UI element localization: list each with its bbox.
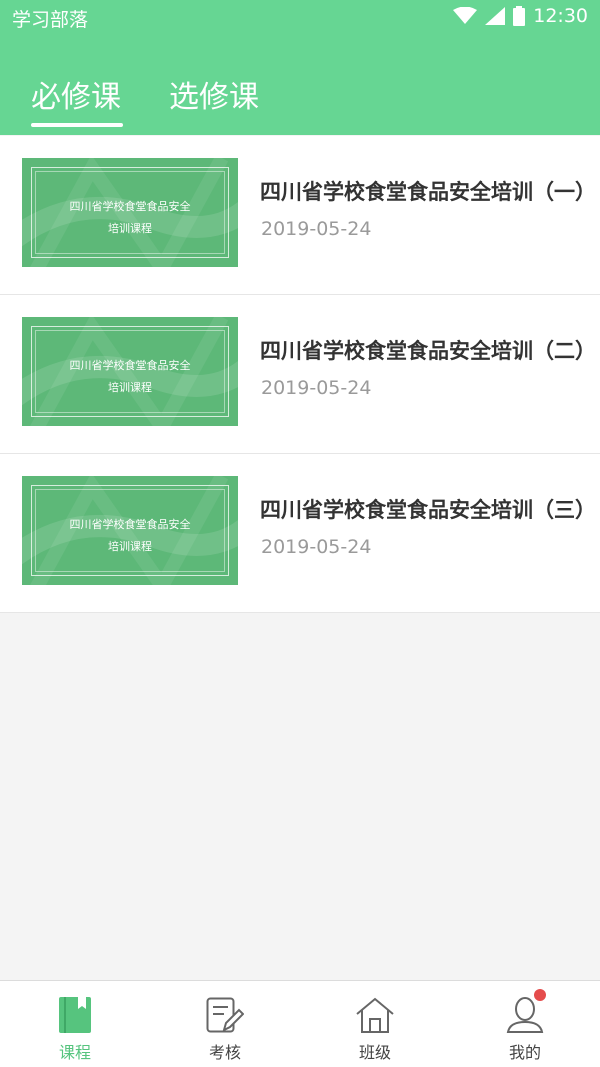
course-item[interactable]: 四川省学校食堂食品安全 培训课程 四川省学校食堂食品安全培训（三） 2019-0… [0, 454, 600, 613]
thumbnail-subtitle: 培训课程 [108, 540, 152, 553]
nav-courses[interactable]: 课程 [0, 981, 150, 1067]
nav-label: 考核 [208, 1043, 241, 1062]
status-icons: 12:30 [453, 5, 588, 27]
nav-class[interactable]: 班级 [300, 981, 450, 1067]
course-title: 四川省学校食堂食品安全培训（一） [260, 180, 596, 204]
thumbnail-title: 四川省学校食堂食品安全 [69, 518, 191, 531]
thumbnail-subtitle: 培训课程 [108, 381, 152, 394]
tab-required-courses[interactable]: 必修课 [31, 72, 121, 116]
nav-label: 我的 [508, 1043, 541, 1062]
wifi-icon [453, 7, 478, 25]
course-date: 2019-05-24 [261, 377, 372, 399]
tab-elective-courses[interactable]: 选修课 [169, 72, 259, 116]
app-header: 学习部落 12:30 必修课 选修课 [0, 0, 600, 135]
nav-label: 课程 [58, 1043, 91, 1062]
nav-label: 班级 [358, 1043, 391, 1062]
thumbnail-title: 四川省学校食堂食品安全 [69, 359, 191, 372]
signal-icon [485, 7, 506, 25]
course-title: 四川省学校食堂食品安全培训（三） [260, 498, 596, 522]
nav-profile[interactable]: 我的 [450, 981, 600, 1067]
house-icon [355, 997, 395, 1037]
nav-exams[interactable]: 考核 [150, 981, 300, 1067]
exam-edit-icon [206, 997, 245, 1037]
course-item[interactable]: 四川省学校食堂食品安全 培训课程 四川省学校食堂食品安全培训（一） 2019-0… [0, 136, 600, 295]
course-date: 2019-05-24 [261, 536, 372, 558]
course-date: 2019-05-24 [261, 218, 372, 240]
status-bar: 学习部落 12:30 [0, 0, 600, 34]
active-tab-indicator [31, 123, 123, 127]
course-thumbnail: 四川省学校食堂食品安全 培训课程 [22, 476, 238, 585]
user-icon [506, 997, 544, 1037]
bottom-navigation: 课程 考核 班级 我的 [0, 980, 600, 1067]
notification-badge [534, 989, 546, 1001]
thumbnail-subtitle: 培训课程 [108, 222, 152, 235]
status-time: 12:30 [533, 5, 588, 27]
status-app-name: 学习部落 [12, 9, 89, 31]
battery-icon [513, 6, 526, 26]
course-list: 四川省学校食堂食品安全 培训课程 四川省学校食堂食品安全培训（一） 2019-0… [0, 136, 600, 613]
course-title: 四川省学校食堂食品安全培训（二） [260, 339, 596, 363]
thumbnail-title: 四川省学校食堂食品安全 [69, 200, 191, 213]
course-item[interactable]: 四川省学校食堂食品安全 培训课程 四川省学校食堂食品安全培训（二） 2019-0… [0, 295, 600, 454]
course-thumbnail: 四川省学校食堂食品安全 培训课程 [22, 317, 238, 426]
course-tabs: 必修课 选修课 [0, 60, 600, 135]
book-icon [58, 997, 92, 1037]
course-thumbnail: 四川省学校食堂食品安全 培训课程 [22, 158, 238, 267]
